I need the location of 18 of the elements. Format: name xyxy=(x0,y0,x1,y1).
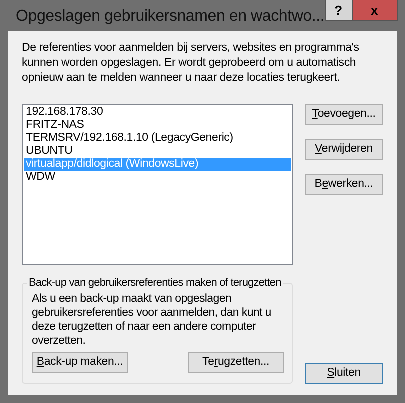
description-text: De referenties voor aanmelden bij servers, websites en programma's kunnen worden opgeslagen. Er wordt geprobeerd om u automatisch opnieuw aan te melden wanneer u naar deze locaties terugkeert. xyxy=(22,41,360,86)
list-item[interactable]: FRITZ-NAS xyxy=(24,119,291,132)
credentials-list[interactable]: 192.168.178.30 FRITZ-NAS TERMSRV/192.168.1.10 (LegacyGeneric) UBUNTU virtualapp/didlogical (WindowsLive) WDW xyxy=(22,104,293,265)
list-item[interactable]: TERMSRV/192.168.1.10 (LegacyGeneric) xyxy=(24,132,291,145)
backup-button[interactable]: Back-up maken... xyxy=(32,352,128,373)
backup-text: Als u een back-up maakt van opgeslagen gebruikersreferenties voor aanmelden, dan kunt u deze terugzetten of naar een andere computer overzetten. xyxy=(32,292,272,348)
remove-button[interactable]: Verwijderen xyxy=(305,139,383,160)
close-dialog-button[interactable]: Sluiten xyxy=(305,363,383,384)
group-legend: Back-up van gebruikersreferenties maken of terugzetten xyxy=(27,277,284,290)
help-button[interactable]: ? xyxy=(324,0,353,21)
list-item[interactable]: UBUNTU xyxy=(24,145,291,158)
edit-button[interactable]: Bewerken... xyxy=(305,174,383,195)
list-item[interactable]: 192.168.178.30 xyxy=(24,106,291,119)
restore-button[interactable]: Terugzetten... xyxy=(188,352,284,373)
window-title: Opgeslagen gebruikersnamen en wachtwo... xyxy=(16,7,325,27)
add-button[interactable]: Toevoegen... xyxy=(305,104,383,125)
close-button[interactable]: x xyxy=(352,0,398,21)
list-item[interactable]: WDW xyxy=(24,171,291,184)
